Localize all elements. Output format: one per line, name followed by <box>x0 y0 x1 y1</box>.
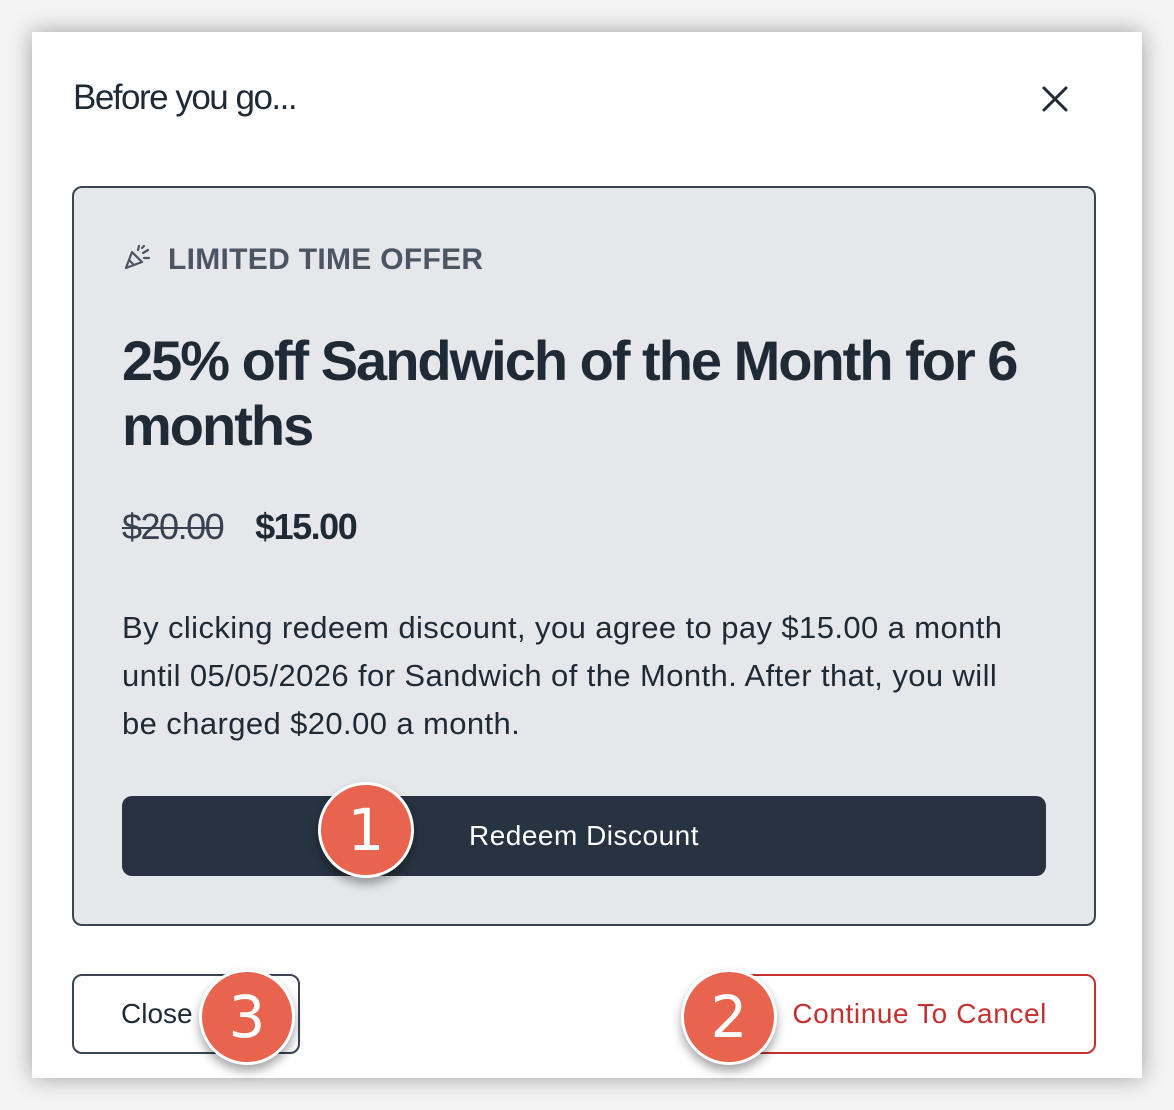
step-marker-2: 2 <box>681 969 777 1065</box>
price-row: $20.00 $15.00 <box>122 506 358 548</box>
continue-to-cancel-button[interactable]: Continue To Cancel <box>732 974 1096 1054</box>
modal-title: Before you go... <box>73 78 298 117</box>
offer-tag-label: LIMITED TIME OFFER <box>168 242 484 276</box>
offer-headline: 25% off Sandwich of the Month for 6 mont… <box>122 329 1018 457</box>
step-marker-1: 1 <box>318 782 414 878</box>
close-icon[interactable] <box>1038 82 1072 116</box>
cancel-retention-modal: Before you go... LIMITED TIME OFFER 25% … <box>32 32 1142 1078</box>
offer-card: LIMITED TIME OFFER 25% off Sandwich of t… <box>72 186 1096 926</box>
discounted-price: $15.00 <box>255 506 358 547</box>
offer-tag: LIMITED TIME OFFER <box>122 242 483 277</box>
offer-terms: By clicking redeem discount, you agree t… <box>122 610 1003 741</box>
original-price: $20.00 <box>122 506 225 547</box>
screen: Before you go... LIMITED TIME OFFER 25% … <box>0 0 1174 1110</box>
redeem-discount-button[interactable]: Redeem Discount <box>122 796 1046 876</box>
step-marker-3: 3 <box>199 969 295 1065</box>
party-popper-icon <box>122 242 152 277</box>
